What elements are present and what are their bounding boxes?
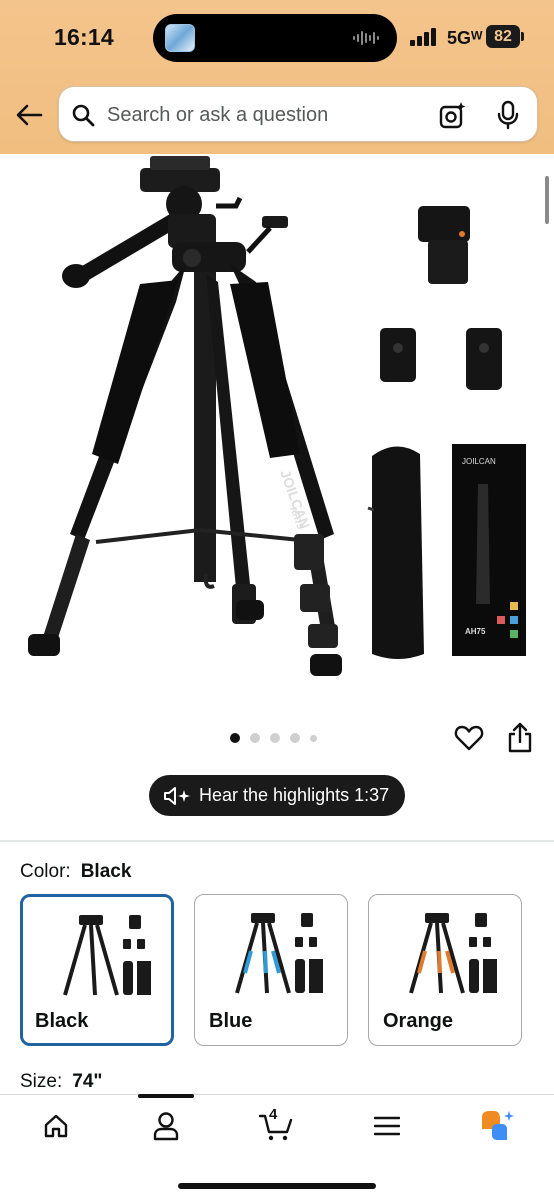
hamburger-menu-icon xyxy=(374,1116,400,1136)
app-header: 16:14 5Gᵂ 82 Search or ask a question xyxy=(0,0,554,154)
color-selection-row: Color: Black xyxy=(20,861,131,883)
product-box-illustration: JOILCAN AH75 xyxy=(452,444,526,656)
battery-tip xyxy=(521,32,524,41)
home-indicator[interactable] xyxy=(178,1183,376,1189)
size-value: 74" xyxy=(72,1071,103,1092)
box-model-label: AH75 xyxy=(465,627,486,636)
speaker-sparkle-icon xyxy=(164,786,190,805)
arrow-left-icon xyxy=(16,104,43,126)
pagination-dot-5[interactable] xyxy=(310,734,317,742)
heart-icon[interactable] xyxy=(454,723,484,753)
cart-count-badge: 4 xyxy=(269,1106,278,1123)
product-image-gallery[interactable]: JOILCAN AH75 JOILCAN AH75 xyxy=(0,154,554,714)
section-divider xyxy=(0,840,554,842)
quick-release-plates xyxy=(380,328,502,390)
phone-holder-illustration xyxy=(418,206,470,284)
hear-highlights-label: Hear the highlights 1:37 xyxy=(199,785,390,805)
search-input[interactable]: Search or ask a question xyxy=(107,104,328,127)
cellular-signal-icon xyxy=(410,28,436,46)
nav-cart[interactable]: 4 xyxy=(256,1106,296,1144)
size-selection-row: Size: 74" xyxy=(20,1071,102,1093)
tripod-illustration: JOILCAN AH75 xyxy=(28,156,342,676)
color-label: Color: xyxy=(20,861,71,882)
scroll-indicator[interactable] xyxy=(545,176,549,224)
color-value: Black xyxy=(80,861,132,882)
network-type: 5Gᵂ xyxy=(447,28,483,48)
status-time: 16:14 xyxy=(54,24,114,50)
back-button[interactable] xyxy=(12,98,46,132)
pagination-dot-2[interactable] xyxy=(250,733,260,743)
share-icon[interactable] xyxy=(507,722,533,754)
dynamic-island[interactable] xyxy=(153,14,397,62)
search-bar[interactable]: Search or ask a question xyxy=(58,86,538,142)
nav-menu[interactable] xyxy=(367,1108,407,1144)
nav-rufus[interactable] xyxy=(476,1108,516,1144)
battery-level: 82 xyxy=(486,25,520,48)
swatch-thumbnail xyxy=(235,913,323,994)
swatch-thumbnail xyxy=(63,915,151,996)
pagination-dot-3[interactable] xyxy=(270,733,280,743)
microphone-icon[interactable] xyxy=(497,100,519,130)
swatch-black[interactable]: Black xyxy=(20,894,174,1046)
swatch-label: Orange xyxy=(383,1010,454,1032)
pagination-dot-4[interactable] xyxy=(290,733,300,743)
status-bar: 16:14 5Gᵂ 82 xyxy=(0,0,554,76)
color-swatches: Black Blue Orange xyxy=(20,894,522,1046)
swatch-thumbnail xyxy=(409,913,497,994)
nav-home[interactable] xyxy=(36,1108,76,1144)
home-icon xyxy=(44,1114,68,1138)
nav-active-indicator xyxy=(138,1094,194,1098)
search-icon xyxy=(72,104,95,127)
carry-bag-illustration xyxy=(367,446,424,659)
nav-account[interactable] xyxy=(146,1108,186,1144)
swatch-label: Black xyxy=(35,1010,89,1032)
audio-wave-icon xyxy=(353,31,379,45)
swatch-label: Blue xyxy=(209,1010,253,1032)
user-icon xyxy=(153,1112,179,1141)
pagination-dot-1[interactable] xyxy=(230,733,240,743)
swatch-blue[interactable]: Blue xyxy=(194,894,348,1046)
size-label: Size: xyxy=(20,1071,63,1092)
product-image: JOILCAN AH75 JOILCAN AH75 xyxy=(28,156,526,676)
now-playing-thumbnail xyxy=(165,24,195,52)
camera-search-icon[interactable] xyxy=(439,101,467,129)
hear-highlights-button[interactable]: Hear the highlights 1:37 xyxy=(149,775,405,816)
box-brand-label: JOILCAN xyxy=(462,457,496,466)
swatch-orange[interactable]: Orange xyxy=(368,894,522,1046)
rufus-assistant-icon xyxy=(482,1111,514,1140)
image-pagination xyxy=(230,733,317,743)
